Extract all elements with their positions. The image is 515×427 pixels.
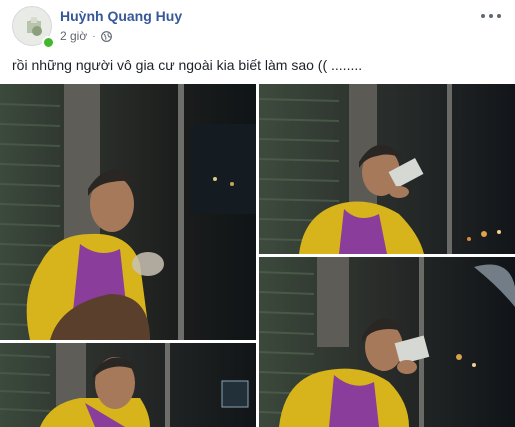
photo-4[interactable] — [259, 257, 515, 427]
more-options-icon — [481, 14, 485, 18]
globe-icon[interactable] — [100, 30, 112, 42]
post-header: Huỳnh Quang Huy 2 giờ · — [0, 0, 515, 52]
photo-1[interactable] — [0, 84, 256, 340]
post-text: rồi những người vô gia cư ngoài kia biết… — [12, 57, 363, 73]
photo-3[interactable] — [0, 343, 256, 427]
photo-2[interactable] — [259, 84, 515, 254]
post-timestamp[interactable]: 2 giờ — [60, 29, 87, 43]
more-options-icon — [497, 14, 501, 18]
photo-grid — [0, 84, 515, 427]
more-options-button[interactable] — [481, 9, 501, 23]
post-meta: 2 giờ · — [60, 29, 112, 43]
meta-separator: · — [92, 30, 96, 42]
author-name[interactable]: Huỳnh Quang Huy — [60, 8, 182, 24]
online-status-indicator — [42, 36, 55, 49]
more-options-icon — [489, 14, 493, 18]
